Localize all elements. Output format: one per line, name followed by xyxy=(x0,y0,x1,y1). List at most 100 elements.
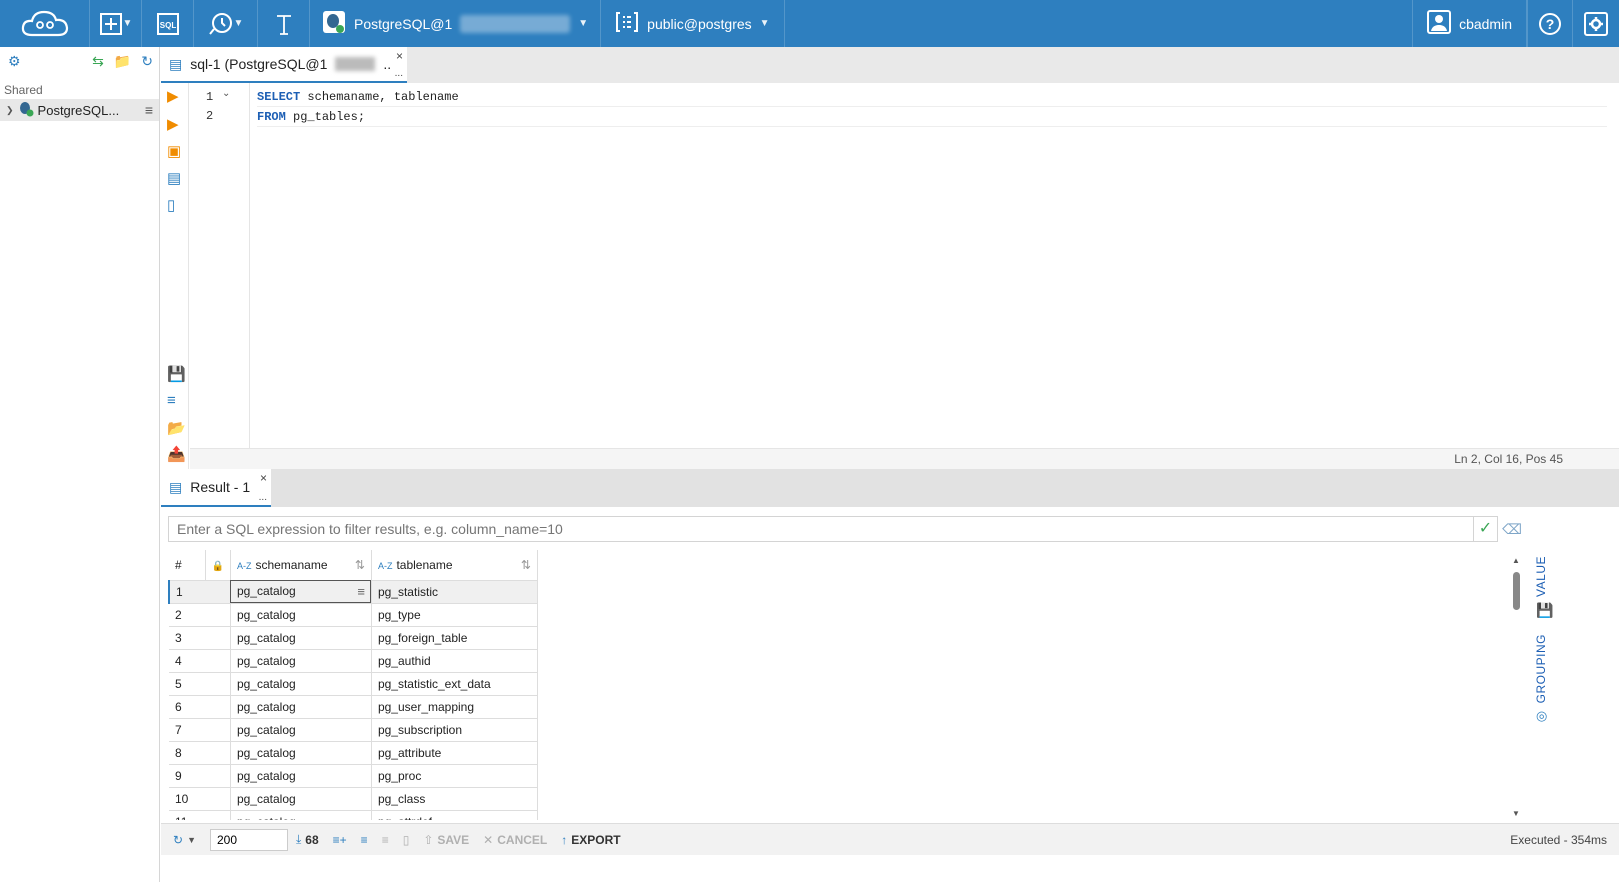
table-row[interactable]: 9 pg_catalog pg_proc xyxy=(169,764,538,788)
filter-input[interactable] xyxy=(168,516,1474,542)
cell-schemaname[interactable]: pg_catalog xyxy=(230,810,372,820)
chevron-right-icon[interactable]: ❯ xyxy=(6,105,14,116)
close-icon[interactable]: × xyxy=(396,49,403,63)
new-connection-icon[interactable]: ▼ xyxy=(90,0,142,47)
revert-icon[interactable]: ▯ xyxy=(403,833,410,847)
cell-tablename[interactable]: pg_subscription xyxy=(371,718,538,742)
cell-schemaname[interactable]: pg_catalog xyxy=(230,649,372,673)
row-number-cell[interactable]: 6 xyxy=(169,695,231,719)
refresh-icon[interactable]: ↻ xyxy=(141,53,153,70)
value-panel-icon[interactable]: 💾 xyxy=(1536,602,1553,619)
cell-menu-icon[interactable]: ≡ xyxy=(357,584,365,599)
row-number-cell[interactable]: 10 xyxy=(169,787,231,811)
column-header-tablename[interactable]: A-Z tablename ⇅ xyxy=(371,550,538,581)
save-icon[interactable]: 💾 xyxy=(167,365,186,383)
scroll-thumb[interactable] xyxy=(1513,572,1520,610)
upload-icon[interactable]: 📤 xyxy=(167,445,186,463)
clear-filter-icon[interactable]: ⌫ xyxy=(1502,516,1522,542)
cell-schemaname[interactable]: pg_catalog xyxy=(230,626,372,650)
export-button[interactable]: ↑ EXPORT xyxy=(561,833,620,847)
table-row[interactable]: 5 pg_catalog pg_statistic_ext_data xyxy=(169,672,538,696)
scroll-down-icon[interactable]: ▼ xyxy=(1512,809,1520,818)
cell-tablename[interactable]: pg_user_mapping xyxy=(371,695,538,719)
close-icon[interactable]: × xyxy=(260,471,267,485)
cancel-button[interactable]: ✕ CANCEL xyxy=(483,833,547,847)
cell-tablename[interactable]: pg_type xyxy=(371,603,538,627)
help-icon[interactable]: ? xyxy=(1527,0,1573,47)
cell-tablename[interactable]: pg_attrdef xyxy=(371,810,538,820)
sort-icon[interactable]: ⇅ xyxy=(355,558,365,572)
table-row[interactable]: 7 pg_catalog pg_subscription xyxy=(169,718,538,742)
cell-tablename[interactable]: pg_class xyxy=(371,787,538,811)
delete-row-icon[interactable]: ≡ xyxy=(382,833,389,847)
format-icon[interactable]: ≡ xyxy=(167,392,176,409)
tools-icon[interactable] xyxy=(258,0,310,47)
add-row-icon[interactable]: ≡+ xyxy=(333,833,347,847)
run-new-tab-icon[interactable]: ▶ xyxy=(167,115,179,133)
cell-schemaname[interactable]: pg_catalog xyxy=(230,741,372,765)
fetch-all-button[interactable]: ⤓ 68 xyxy=(296,832,319,847)
table-row[interactable]: 11 pg_catalog pg_attrdef xyxy=(169,810,538,820)
fetch-size-input[interactable] xyxy=(209,828,288,851)
refresh-icon[interactable]: ↻ ▼ xyxy=(173,833,196,847)
execution-plan-icon[interactable]: ▤ xyxy=(167,169,181,187)
cell-schemaname[interactable]: pg_catalog xyxy=(230,603,372,627)
gear-icon[interactable]: ⚙ xyxy=(8,53,21,70)
show-output-icon[interactable]: ▯ xyxy=(167,196,175,214)
row-number-cell[interactable]: 8 xyxy=(169,741,231,765)
run-icon[interactable]: ▶ xyxy=(167,87,179,105)
cell-schemaname[interactable]: pg_catalog xyxy=(230,672,372,696)
cell-schemaname[interactable]: pg_catalog xyxy=(230,695,372,719)
cell-tablename[interactable]: pg_proc xyxy=(371,764,538,788)
schema-selector[interactable]: public@postgres ▼ xyxy=(601,0,785,47)
column-header-schemaname[interactable]: A-Z schemaname ⇅ xyxy=(230,550,372,581)
more-icon[interactable]: ... xyxy=(259,492,267,503)
grouping-panel-tab[interactable]: GROUPING xyxy=(1534,634,1548,703)
row-number-cell[interactable]: 2 xyxy=(169,603,231,627)
row-number-cell[interactable]: 4 xyxy=(169,649,231,673)
save-button[interactable]: ⇧ SAVE xyxy=(423,833,469,847)
table-row[interactable]: 2 pg_catalog pg_type xyxy=(169,603,538,627)
sort-icon[interactable]: ⇅ xyxy=(521,558,531,572)
cell-schemaname[interactable]: pg_catalog xyxy=(230,764,372,788)
new-folder-icon[interactable]: 📁 xyxy=(114,53,131,70)
grouping-icon[interactable]: ◎ xyxy=(1536,708,1547,724)
run-script-icon[interactable]: ▣ xyxy=(167,142,181,160)
table-row[interactable]: 6 pg_catalog pg_user_mapping xyxy=(169,695,538,719)
table-row[interactable]: 10 pg_catalog pg_class xyxy=(169,787,538,811)
history-icon[interactable]: ▼ xyxy=(194,0,258,47)
sync-icon[interactable]: ⇆ xyxy=(92,53,104,70)
scroll-up-icon[interactable]: ▲ xyxy=(1512,556,1520,565)
tab-result-1[interactable]: ▤ Result - 1 × ... xyxy=(161,469,271,507)
table-row[interactable]: 1 pg_catalog ≡ pg_statistic xyxy=(168,580,538,604)
cell-schemaname[interactable]: pg_catalog ≡ xyxy=(230,580,372,604)
fold-chevron-icon[interactable]: ⌄ xyxy=(222,88,230,99)
row-number-cell[interactable]: 3 xyxy=(169,626,231,650)
more-icon[interactable]: ... xyxy=(395,68,403,79)
duplicate-row-icon[interactable]: ≡ xyxy=(361,833,368,847)
row-number-cell[interactable]: 11 xyxy=(169,810,231,820)
apply-filter-icon[interactable]: ✓ xyxy=(1474,516,1498,542)
tab-sql-1[interactable]: ▤ sql-1 (PostgreSQL@1 .. × ... xyxy=(161,47,407,83)
cell-tablename[interactable]: pg_attribute xyxy=(371,741,538,765)
cell-schemaname[interactable]: pg_catalog xyxy=(230,718,372,742)
load-script-icon[interactable]: 📂 xyxy=(167,419,186,437)
row-number-cell[interactable]: 5 xyxy=(169,672,231,696)
table-row[interactable]: 8 pg_catalog pg_attribute xyxy=(169,741,538,765)
cloudbeaver-logo-icon[interactable] xyxy=(0,0,90,47)
user-menu[interactable]: cbadmin xyxy=(1412,0,1527,47)
cell-tablename[interactable]: pg_statistic xyxy=(371,580,538,604)
cell-tablename[interactable]: pg_authid xyxy=(371,649,538,673)
cell-tablename[interactable]: pg_statistic_ext_data xyxy=(371,672,538,696)
cell-tablename[interactable]: pg_foreign_table xyxy=(371,626,538,650)
cell-schemaname[interactable]: pg_catalog xyxy=(230,787,372,811)
row-number-cell[interactable]: 1 xyxy=(168,580,231,604)
connection-node[interactable]: ❯ PostgreSQL... ≡ xyxy=(0,99,159,121)
value-panel-tab[interactable]: VALUE xyxy=(1534,556,1548,597)
code-line[interactable]: SELECT schemaname, tablename xyxy=(257,87,1607,107)
code-line[interactable]: FROM pg_tables; xyxy=(257,107,1607,127)
settings-icon[interactable] xyxy=(1573,0,1619,47)
vertical-scrollbar[interactable]: ▲ ▼ xyxy=(1510,556,1522,818)
row-number-cell[interactable]: 9 xyxy=(169,764,231,788)
menu-icon[interactable]: ≡ xyxy=(145,102,153,118)
